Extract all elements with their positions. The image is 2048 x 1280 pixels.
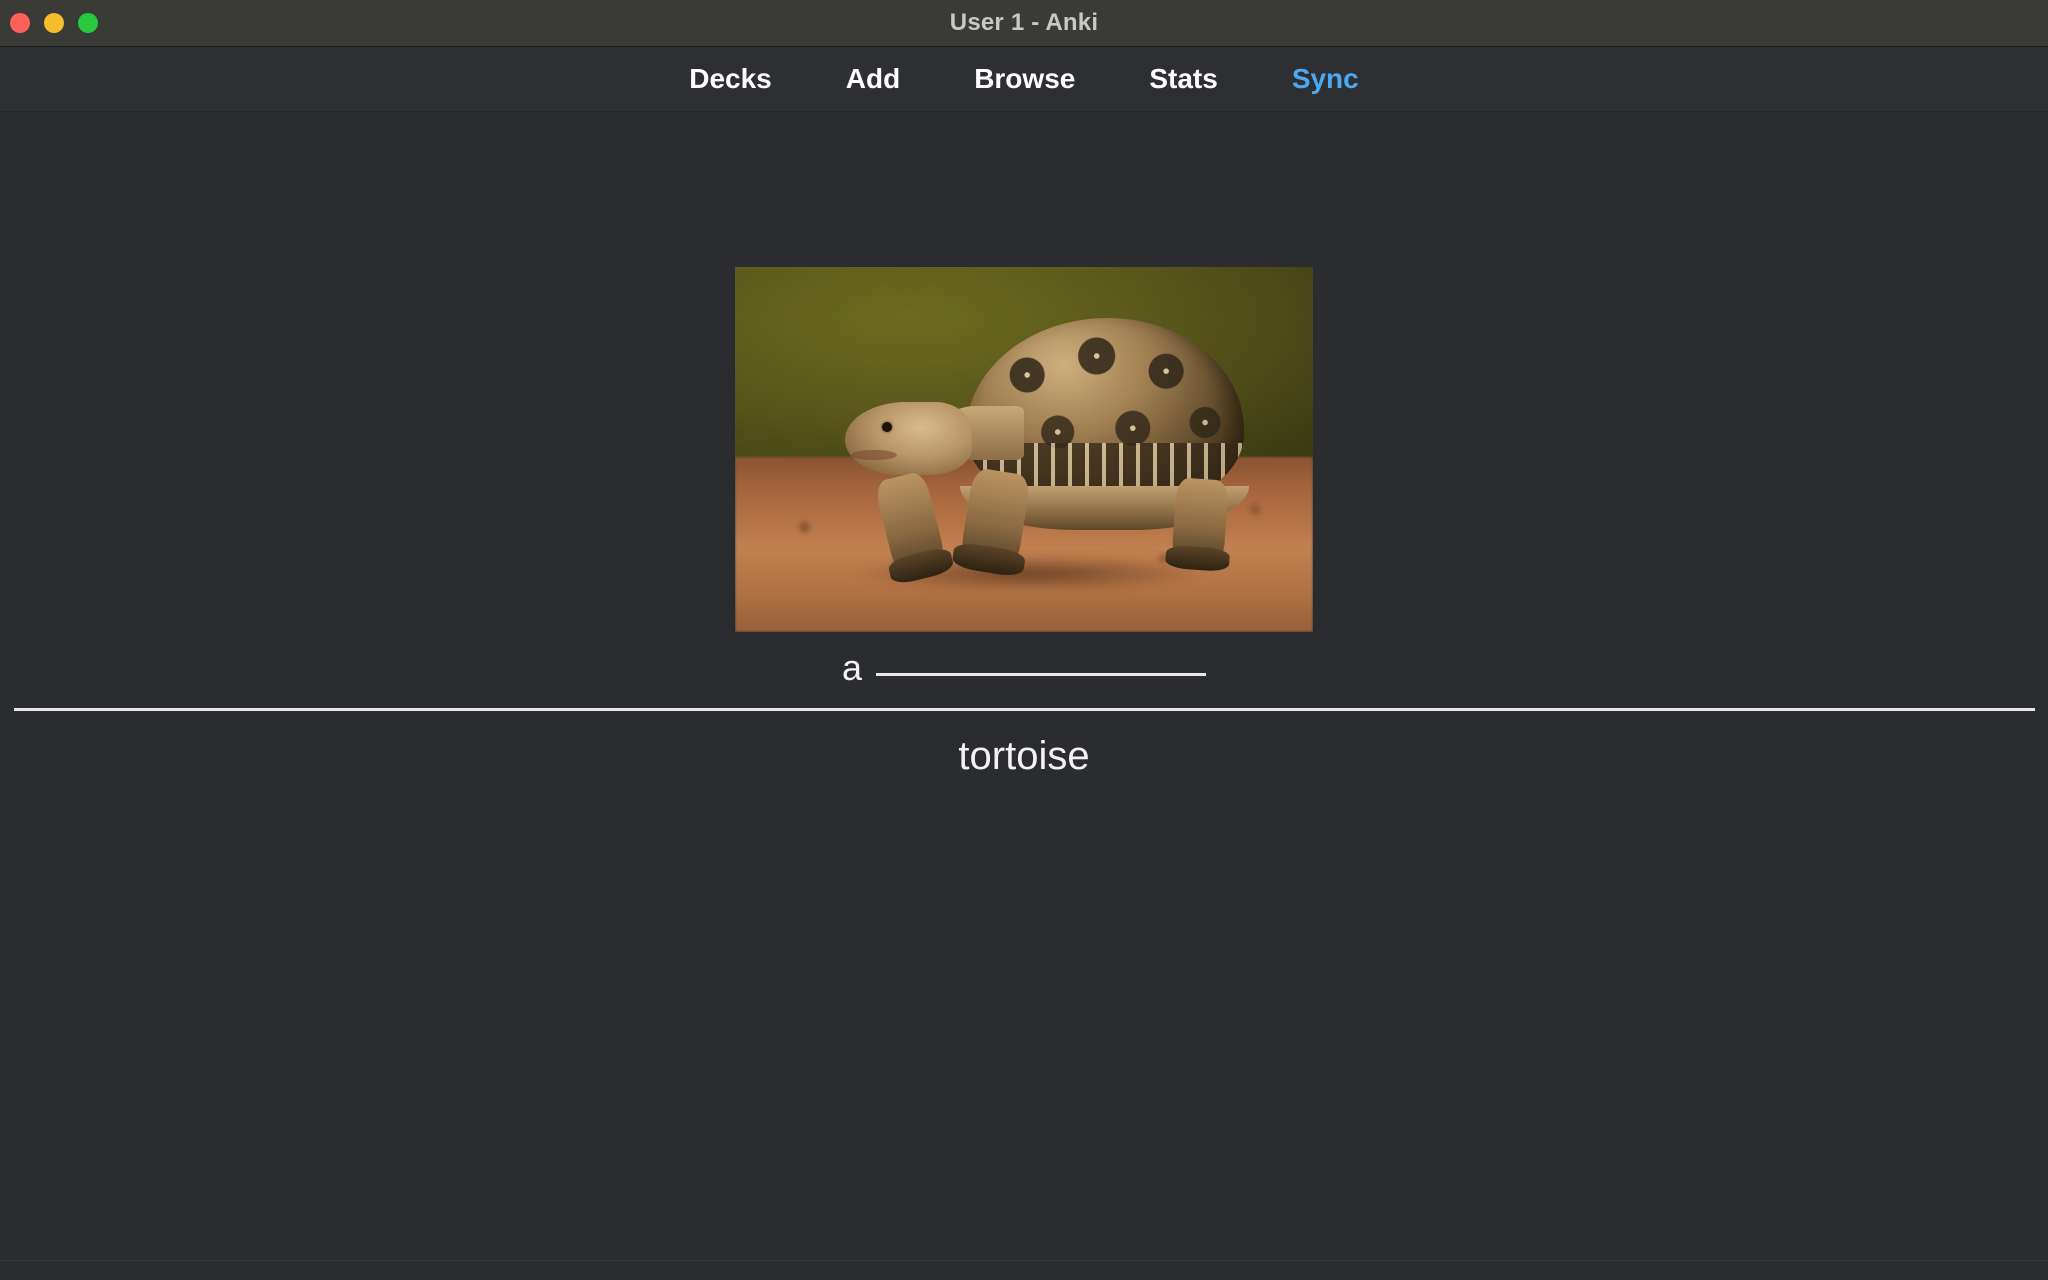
card-answer: tortoise <box>958 734 1090 778</box>
window-title: User 1 - Anki <box>949 9 1099 36</box>
maximize-window-button[interactable] <box>78 13 98 33</box>
question-text: a <box>841 647 863 688</box>
main-navigation-bar: Decks Add Browse Stats Sync <box>0 47 2048 112</box>
traffic-light-controls <box>10 13 98 33</box>
nav-item-sync[interactable]: Sync <box>1286 62 1365 96</box>
card-review-area: a tortoise <box>0 112 2048 1260</box>
tortoise-image <box>735 267 1313 632</box>
nav-item-stats[interactable]: Stats <box>1143 62 1223 96</box>
question-blank <box>876 673 1207 676</box>
card-content: a <box>0 112 2048 686</box>
nav-item-add[interactable]: Add <box>840 62 906 96</box>
card-question: a <box>0 650 2048 686</box>
nav-item-decks[interactable]: Decks <box>683 62 778 96</box>
review-toolbar: <1m <6m <10m 3d Again Hard Good Easy Edi… <box>0 1260 2048 1280</box>
window-title-bar: User 1 - Anki <box>0 0 2048 47</box>
answer-divider <box>14 708 2035 711</box>
nav-item-browse[interactable]: Browse <box>968 62 1081 96</box>
tortoise-back-right-leg <box>1164 476 1231 572</box>
close-window-button[interactable] <box>10 13 30 33</box>
minimize-window-button[interactable] <box>44 13 64 33</box>
tortoise-head <box>844 402 972 476</box>
